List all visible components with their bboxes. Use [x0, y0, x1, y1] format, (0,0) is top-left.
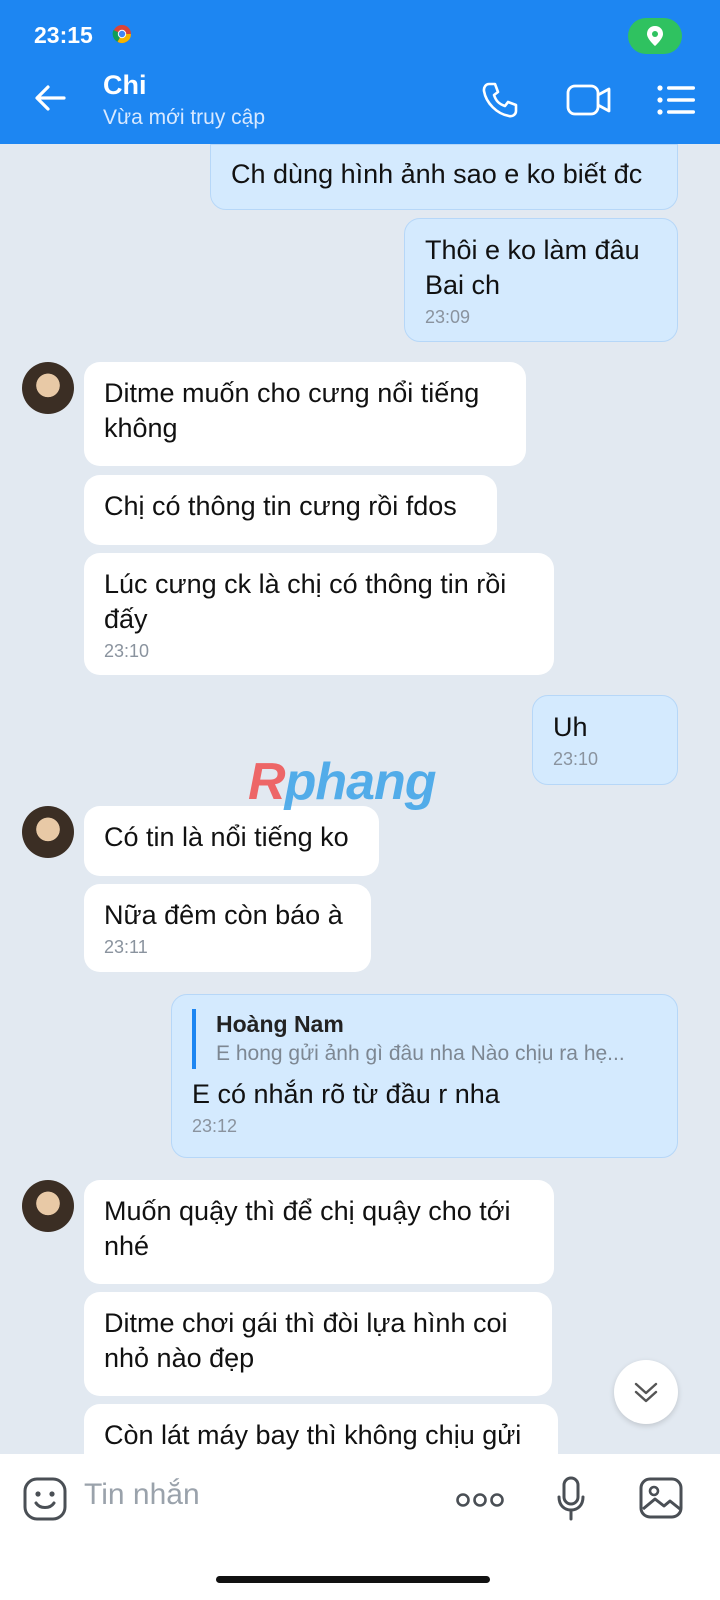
contact-status: Vừa mới truy cập [103, 106, 266, 129]
chat-header: Chi Vừa mới truy cập [0, 56, 720, 144]
message-text: nhỏ nào đẹp [104, 1343, 255, 1373]
gallery-icon[interactable] [638, 1476, 684, 1520]
message-text: Ditme chơi gái thì đòi lựa hình coi [104, 1308, 508, 1338]
more-dots-icon[interactable] [456, 1492, 504, 1508]
message-text: E có nhắn rõ từ đầu r nha [192, 1079, 500, 1109]
quoted-text: E hong gửi ảnh gì đâu nha Nào chịu ra hẹ… [216, 1042, 625, 1065]
location-pin-icon [647, 26, 663, 46]
status-bar: 23:15 [0, 0, 720, 56]
message-bubble-outgoing[interactable]: Uh 23:10 [532, 695, 678, 785]
message-text: Nữa đêm còn báo à [104, 900, 343, 930]
message-bubble-incoming[interactable]: Ditme muốn cho cưng nổi tiếng không [84, 362, 526, 466]
message-time: 23:10 [104, 641, 150, 661]
message-input[interactable]: Tin nhắn [84, 1478, 200, 1512]
microphone-icon[interactable] [556, 1476, 586, 1522]
message-text: Lúc cưng ck là chị có thông tin rồi [104, 569, 507, 599]
message-composer: Tin nhắn [0, 1454, 720, 1554]
scroll-down-icon [634, 1382, 658, 1403]
message-text: Bai ch [425, 270, 501, 300]
message-list[interactable]: Ch dùng hình ảnh sao e ko biết đc Thôi e… [0, 144, 720, 1480]
message-text: Muốn quậy thì để chị quậy cho tới [104, 1196, 511, 1226]
message-bubble-incoming[interactable]: Ditme chơi gái thì đòi lựa hình coi nhỏ … [84, 1292, 552, 1396]
message-time: 23:09 [425, 307, 471, 327]
avatar[interactable] [22, 806, 74, 858]
message-bubble-outgoing[interactable]: Thôi e ko làm đâu Bai ch 23:09 [404, 218, 678, 342]
message-text: Chị có thông tin cưng rồi fdos [104, 491, 457, 521]
message-bubble-outgoing[interactable]: Ch dùng hình ảnh sao e ko biết đc [210, 144, 678, 210]
message-text: Ch dùng hình ảnh sao e ko biết đc [231, 159, 643, 189]
watermark-first: R [248, 753, 286, 811]
message-text: đấy [104, 604, 148, 634]
scroll-to-bottom-button[interactable] [614, 1360, 678, 1424]
message-text: Ditme muốn cho cưng nổi tiếng [104, 378, 480, 408]
message-text: Uh [553, 712, 588, 742]
message-time: 23:12 [192, 1116, 238, 1136]
phone-icon[interactable] [480, 80, 520, 120]
message-bubble-outgoing-reply[interactable]: Hoàng Nam E hong gửi ảnh gì đâu nha Nào … [171, 994, 678, 1158]
message-bubble-incoming[interactable]: Có tin là nổi tiếng ko [84, 806, 379, 876]
system-nav-bar [0, 1554, 720, 1600]
message-text: nhé [104, 1231, 150, 1261]
status-time: 23:15 [34, 22, 93, 48]
watermark-logo: Rphang [248, 752, 437, 812]
chrome-icon [112, 24, 132, 49]
message-bubble-incoming[interactable]: Muốn quậy thì để chị quậy cho tới nhé [84, 1180, 554, 1284]
avatar[interactable] [22, 1180, 74, 1232]
message-text: Thôi e ko làm đâu [425, 235, 640, 265]
contact-name[interactable]: Chi [103, 70, 147, 101]
menu-list-icon[interactable] [656, 83, 696, 117]
message-bubble-incoming[interactable]: Nữa đêm còn báo à 23:11 [84, 884, 371, 972]
location-indicator [628, 18, 682, 54]
message-time: 23:11 [104, 937, 148, 957]
message-text: Còn lát máy bay thì không chịu gửi [104, 1420, 522, 1450]
home-gesture-bar[interactable] [216, 1576, 490, 1583]
message-bubble-incoming[interactable]: Lúc cưng ck là chị có thông tin rồi đấy … [84, 553, 554, 675]
reply-quote[interactable]: Hoàng Nam E hong gửi ảnh gì đâu nha Nào … [192, 1009, 657, 1069]
message-text: không [104, 413, 178, 443]
avatar[interactable] [22, 362, 74, 414]
video-call-icon[interactable] [566, 83, 612, 117]
watermark-rest: phang [284, 753, 437, 811]
message-text: Có tin là nổi tiếng ko [104, 822, 349, 852]
emoji-icon[interactable] [22, 1476, 68, 1522]
quoted-sender: Hoàng Nam [216, 1011, 344, 1037]
message-bubble-incoming[interactable]: Chị có thông tin cưng rồi fdos [84, 475, 497, 545]
back-arrow-icon[interactable] [30, 78, 70, 118]
message-time: 23:10 [553, 749, 599, 769]
